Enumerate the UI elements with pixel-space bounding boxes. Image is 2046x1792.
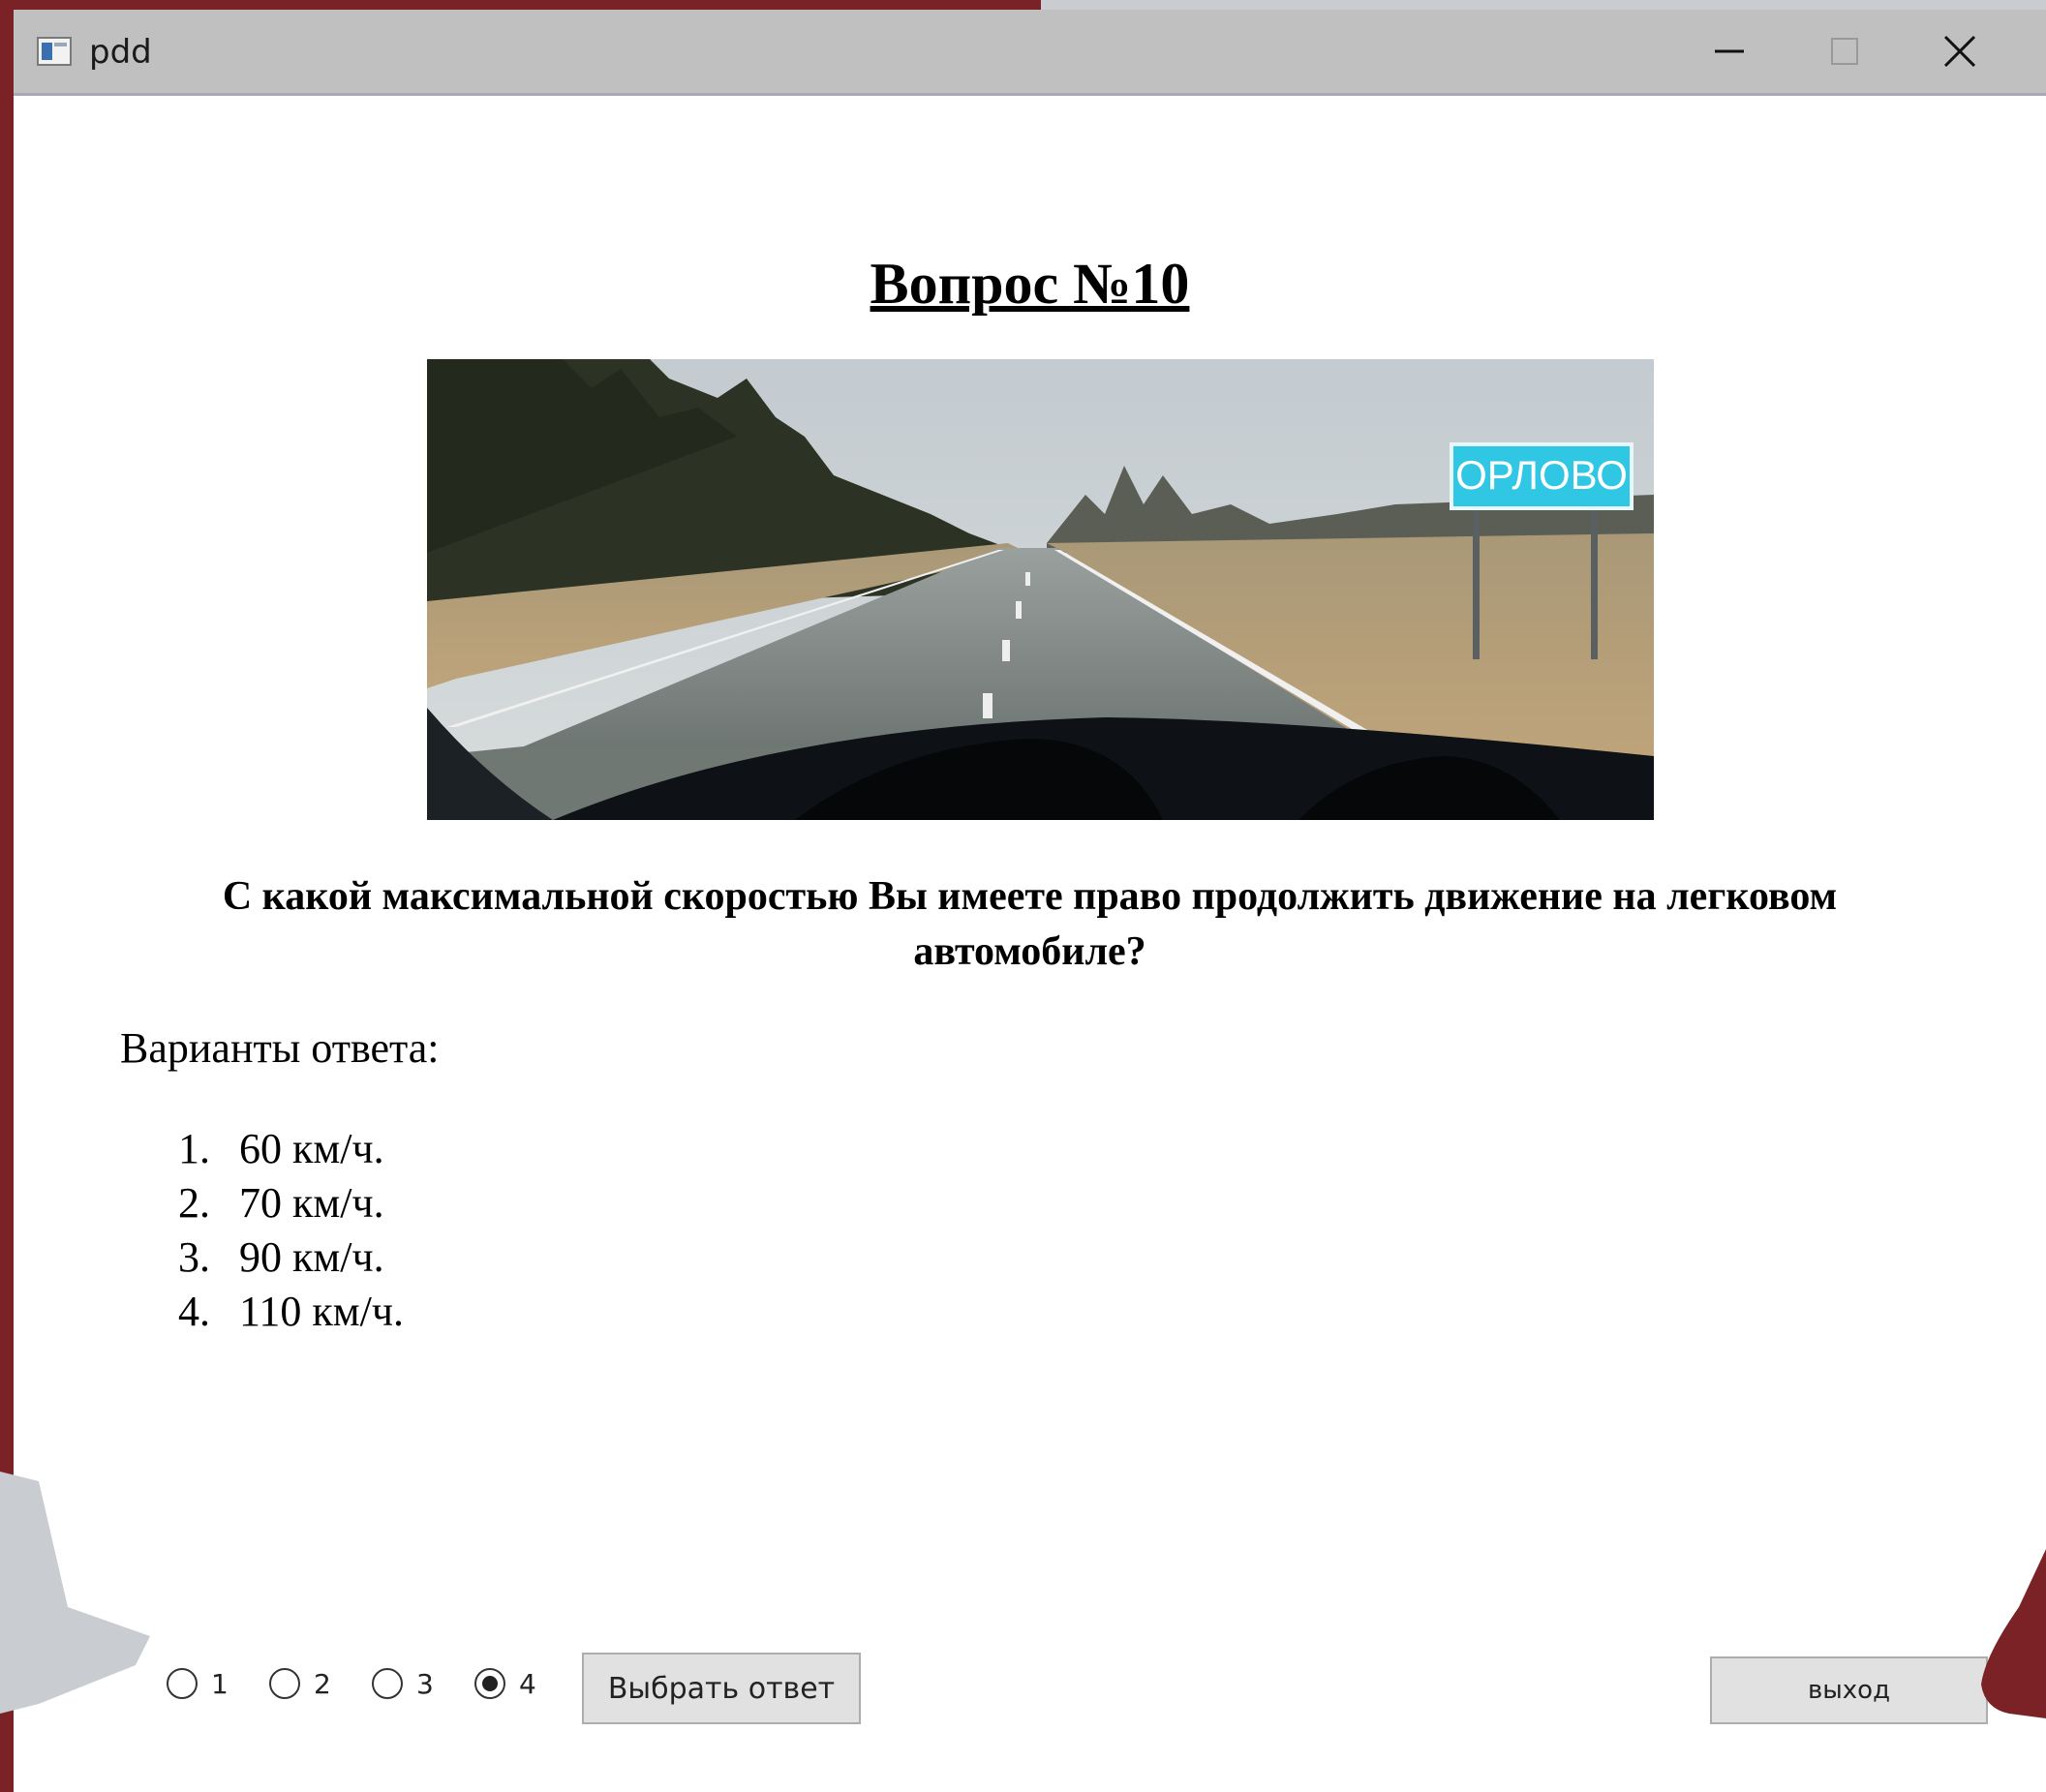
answer-item: 3. 90 км/ч. [178,1233,384,1281]
answer-radio-4[interactable]: 4 [474,1664,536,1703]
question-photo: ОРЛОВО [427,359,1654,820]
question-text: С какой максимальной скоростью Вы имеете… [222,874,1838,974]
maximize-button[interactable] [1787,10,1902,93]
answer-item: 2. 70 км/ч. [178,1179,384,1227]
content-area: Вопрос №10 ОРЛОВО С какой максимальной с… [14,96,2046,1792]
decorative-corner-shape [1981,1549,2046,1718]
close-icon [1943,35,1976,68]
radio-label: 1 [211,1667,229,1700]
minimize-icon [1715,49,1744,53]
radio-label: 3 [416,1667,434,1700]
radio-circle[interactable] [269,1668,300,1699]
title-bar[interactable]: pdd [14,10,2046,96]
question-title: Вопрос №10 [870,252,1190,316]
app-window: pdd Вопрос №10 ОРЛОВО С какой максимальн… [14,10,2046,1792]
window-title: pdd [89,33,152,72]
answer-item: 4. 110 км/ч. [178,1288,404,1335]
answers-list: 1. 60 км/ч. 2. 70 км/ч. 3. 90 км/ч. 4. 110 к… [178,1122,404,1339]
minimize-button[interactable] [1673,10,1787,93]
answers-label: Варианты ответа: [120,1024,440,1072]
app-icon [37,37,72,66]
submit-answer-button[interactable]: Выбрать ответ [582,1653,861,1724]
exit-button[interactable]: выход [1710,1656,1988,1724]
answer-radio-1[interactable]: 1 [167,1664,229,1703]
maximize-icon [1831,38,1858,65]
decorative-arrow-shape [0,1472,150,1714]
close-button[interactable] [1903,10,2017,93]
answer-item: 1. 60 км/ч. [178,1125,384,1172]
radio-label: 2 [314,1667,331,1700]
radio-circle[interactable] [167,1668,198,1699]
radio-label: 4 [519,1667,536,1700]
road-sign-text: ОРЛОВО [1455,452,1628,498]
answer-radio-3[interactable]: 3 [372,1664,434,1703]
radio-circle[interactable] [474,1668,505,1699]
radio-circle[interactable] [372,1668,403,1699]
answer-radio-2[interactable]: 2 [269,1664,331,1703]
